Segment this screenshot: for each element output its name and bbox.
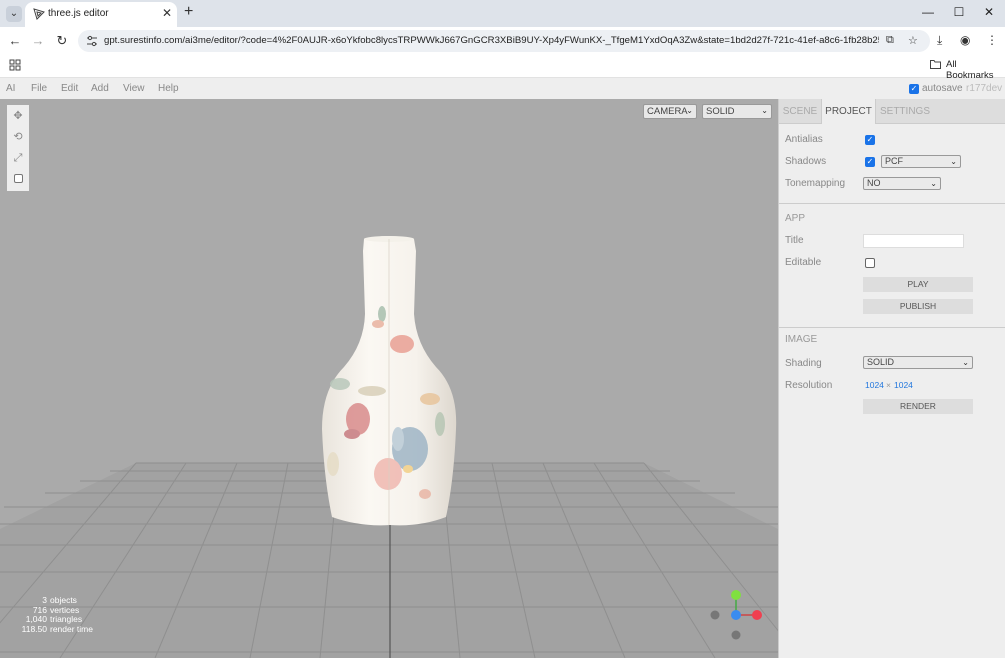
resolution-label: Resolution [785, 380, 833, 391]
chevron-down-icon: ⌄ [686, 106, 693, 115]
axis-x-icon [752, 610, 762, 620]
back-icon[interactable]: ← [6, 33, 24, 48]
editable-checkbox[interactable] [865, 258, 875, 268]
viewport[interactable]: ✥ ⟲ ⤢ CAMERA ⌄ SOLID ⌄ 3 objects 716 vertice… [0, 99, 778, 658]
publish-button[interactable]: PUBLISH [863, 299, 973, 314]
tonemapping-label: Tonemapping [785, 178, 846, 189]
resolution-width[interactable]: 1024 [865, 380, 884, 390]
close-window-icon[interactable]: ✕ [979, 5, 999, 19]
scale-icon[interactable]: ⤢ [10, 150, 26, 166]
shadows-checkbox[interactable]: ✓ [865, 157, 875, 167]
tab-close-icon[interactable]: ✕ [162, 6, 172, 20]
install-app-icon[interactable]: ⧉ [886, 34, 894, 47]
chevron-down-icon: ⌄ [950, 157, 957, 166]
menu-file[interactable]: File [31, 83, 47, 94]
version-label: r177dev [966, 83, 1003, 94]
chevron-down-icon: ⌄ [962, 358, 969, 367]
antialias-checkbox[interactable]: ✓ [865, 135, 875, 145]
tab-settings[interactable]: SETTINGS [876, 99, 934, 124]
editor-menubar: AI File Edit Add View Help ✓ autosave r1… [0, 78, 1005, 99]
chevron-down-icon: ⌄ [930, 179, 937, 188]
resolution-height[interactable]: 1024 [894, 380, 913, 390]
app-section-title: APP [785, 213, 806, 224]
menu-help[interactable]: Help [158, 83, 179, 94]
menu-add[interactable]: Add [91, 83, 109, 94]
resolution-times: × [886, 380, 891, 390]
vase-model [322, 236, 457, 526]
autosave-label: autosave [922, 83, 963, 94]
forward-icon[interactable]: → [29, 33, 47, 48]
render-button[interactable]: RENDER [863, 399, 973, 414]
tonemapping-value: NO [867, 178, 881, 188]
browser-tab-bar: ⌄ three.js editor ✕ + — ☐ ✕ [0, 0, 1005, 27]
bookmarks-bar: All Bookmarks [0, 54, 1005, 81]
viewport-canvas[interactable] [0, 99, 778, 658]
panel-divider [779, 203, 1005, 204]
sidebar: SCENE PROJECT SETTINGS Antialias ✓ Shado… [778, 99, 1005, 658]
address-bar[interactable]: gpt.surestinfo.com/ai3me/editor/?code=4%… [78, 30, 930, 52]
title-label: Title [785, 235, 804, 246]
image-shading-select[interactable]: SOLID ⌄ [863, 356, 973, 369]
viewport-info: 3 objects 716 vertices 1,040 triangles 118.… [10, 595, 93, 634]
tonemapping-select[interactable]: NO ⌄ [863, 177, 941, 190]
apps-icon[interactable] [9, 59, 21, 71]
menu-view[interactable]: View [123, 83, 145, 94]
info-render-time: 118.50 render time [21, 623, 93, 634]
image-shading-value: SOLID [867, 357, 895, 367]
menu-ai[interactable]: AI [6, 83, 15, 94]
download-icon[interactable]: ⤓ [937, 33, 942, 48]
camera-select[interactable]: CAMERA ⌄ [643, 104, 697, 119]
url-text: gpt.surestinfo.com/ai3me/editor/?code=4%… [104, 35, 879, 46]
image-section-title: IMAGE [785, 334, 818, 345]
browser-toolbar: ← → ↻ gpt.surestinfo.com/ai3me/editor/?c… [0, 27, 1005, 54]
rotate-icon[interactable]: ⟲ [10, 129, 26, 145]
tab-title: three.js editor [48, 8, 109, 19]
shading-label: Shading [785, 358, 822, 369]
shadows-label: Shadows [785, 156, 827, 167]
menu-icon[interactable]: ⋮ [986, 33, 998, 47]
shadow-type-select[interactable]: PCF ⌄ [881, 155, 961, 168]
tab-scene[interactable]: SCENE [779, 99, 821, 124]
sidebar-tabs: SCENE PROJECT SETTINGS [779, 99, 1005, 124]
shadow-type-value: PCF [885, 156, 903, 166]
play-button[interactable]: PLAY [863, 277, 973, 292]
tab-project[interactable]: PROJECT [821, 99, 876, 124]
profile-icon[interactable]: ◉ [960, 33, 970, 47]
site-info-icon[interactable] [86, 35, 98, 47]
editable-label: Editable [785, 257, 822, 268]
maximize-icon[interactable]: ☐ [949, 5, 969, 19]
title-input[interactable] [863, 234, 964, 248]
chevron-down-icon: ⌄ [761, 106, 768, 115]
star-icon[interactable]: ☆ [908, 34, 918, 47]
minimize-icon[interactable]: — [918, 5, 938, 19]
panel-divider [779, 327, 1005, 328]
move-icon[interactable]: ✥ [10, 108, 26, 124]
axis-z-icon [731, 610, 741, 620]
shading-select[interactable]: SOLID ⌄ [702, 104, 772, 119]
camera-select-value: CAMERA [647, 106, 688, 117]
new-tab-icon[interactable]: + [184, 3, 193, 21]
local-toggle-checkbox[interactable] [10, 172, 26, 188]
autosave-checkbox[interactable]: ✓ [909, 84, 919, 94]
favicon-icon [33, 8, 45, 20]
axis-y-icon [731, 590, 741, 600]
browser-tab[interactable]: three.js editor ✕ [25, 2, 177, 27]
antialias-label: Antialias [785, 134, 823, 145]
folder-icon [930, 60, 941, 69]
menu-edit[interactable]: Edit [61, 83, 78, 94]
reload-icon[interactable]: ↻ [53, 33, 71, 49]
shading-select-value: SOLID [706, 106, 735, 117]
tab-list-icon[interactable]: ⌄ [6, 6, 22, 22]
transform-toolbar: ✥ ⟲ ⤢ [7, 105, 29, 191]
